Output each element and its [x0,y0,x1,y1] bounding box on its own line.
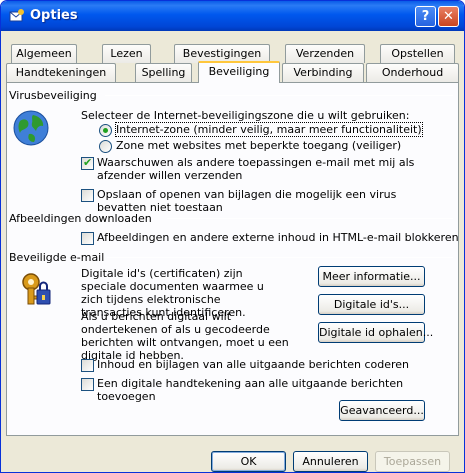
check-mark-icon: ✔ [83,156,93,169]
block-attachments-checkbox[interactable] [81,189,94,202]
encrypt-label[interactable]: Inhoud en bijlagen van alle uitgaande be… [97,358,409,371]
advanced-button[interactable]: Geavanceerd... [339,400,425,421]
close-button[interactable]: ✕ [438,6,459,27]
help-button[interactable]: ? [415,6,436,27]
options-dialog: Opties ? ✕ Algemeen Lezen Bevestigingen … [0,0,465,473]
images-group-label: Afbeeldingen downloaden [9,212,152,225]
separator [167,218,453,219]
tab-opstellen[interactable]: Opstellen [380,44,455,63]
secure-mail-group-label: Beveiligde e-mail [9,251,105,264]
apply-button[interactable]: Toepassen [375,451,450,472]
digital-ids-button[interactable]: Digitale id's... [318,294,425,315]
zone-instruction: Selecteer de Internet-beveiligingszone d… [81,109,410,122]
sign-encrypt-description: Als u berichten digitaal wilt onderteken… [81,310,289,362]
tab-spelling[interactable]: Spelling [135,63,192,82]
tab-algemeen[interactable]: Algemeen [11,44,77,63]
tab-lezen[interactable]: Lezen [102,44,151,63]
block-images-checkbox[interactable] [81,232,94,245]
internet-zone-label[interactable]: Internet-zone (minder veilig, maar meer … [115,122,423,137]
internet-zone-radio[interactable] [99,124,112,137]
warn-send-label[interactable]: Waarschuwen als andere toepassingen e-ma… [97,156,427,182]
separator [107,257,453,258]
more-info-button[interactable]: Meer informatie... [318,266,425,287]
sign-checkbox[interactable] [81,378,94,391]
block-attachments-label[interactable]: Opslaan of openen van bijlagen die mogel… [97,188,427,214]
ok-button[interactable]: OK [211,451,286,472]
certificate-key-icon [20,271,56,307]
restricted-zone-radio[interactable] [99,140,112,153]
radio-selected-dot [103,128,108,133]
globe-icon [12,109,50,147]
title-bar[interactable]: Opties ? ✕ [1,1,464,31]
outlook-express-icon [9,8,25,24]
tab-beveiliging[interactable]: Beveiliging [198,61,280,83]
window-title: Opties [30,8,78,23]
block-images-label[interactable]: Afbeeldingen en andere externe inhoud in… [97,231,459,244]
tab-verbinding[interactable]: Verbinding [282,63,364,82]
virus-group-label: Virusbeveiliging [9,89,97,102]
tab-onderhoud[interactable]: Onderhoud [366,63,459,82]
tab-verzenden[interactable]: Verzenden [285,44,365,63]
tab-handtekeningen[interactable]: Handtekeningen [6,63,116,82]
separator [105,95,453,96]
cancel-button[interactable]: Annuleren [293,451,368,472]
encrypt-checkbox[interactable] [81,359,94,372]
restricted-zone-label[interactable]: Zone met websites met beperkte toegang (… [116,139,401,152]
get-digital-id-button[interactable]: Digitale id ophalen... [318,322,433,343]
warn-send-checkbox[interactable]: ✔ [81,156,94,170]
